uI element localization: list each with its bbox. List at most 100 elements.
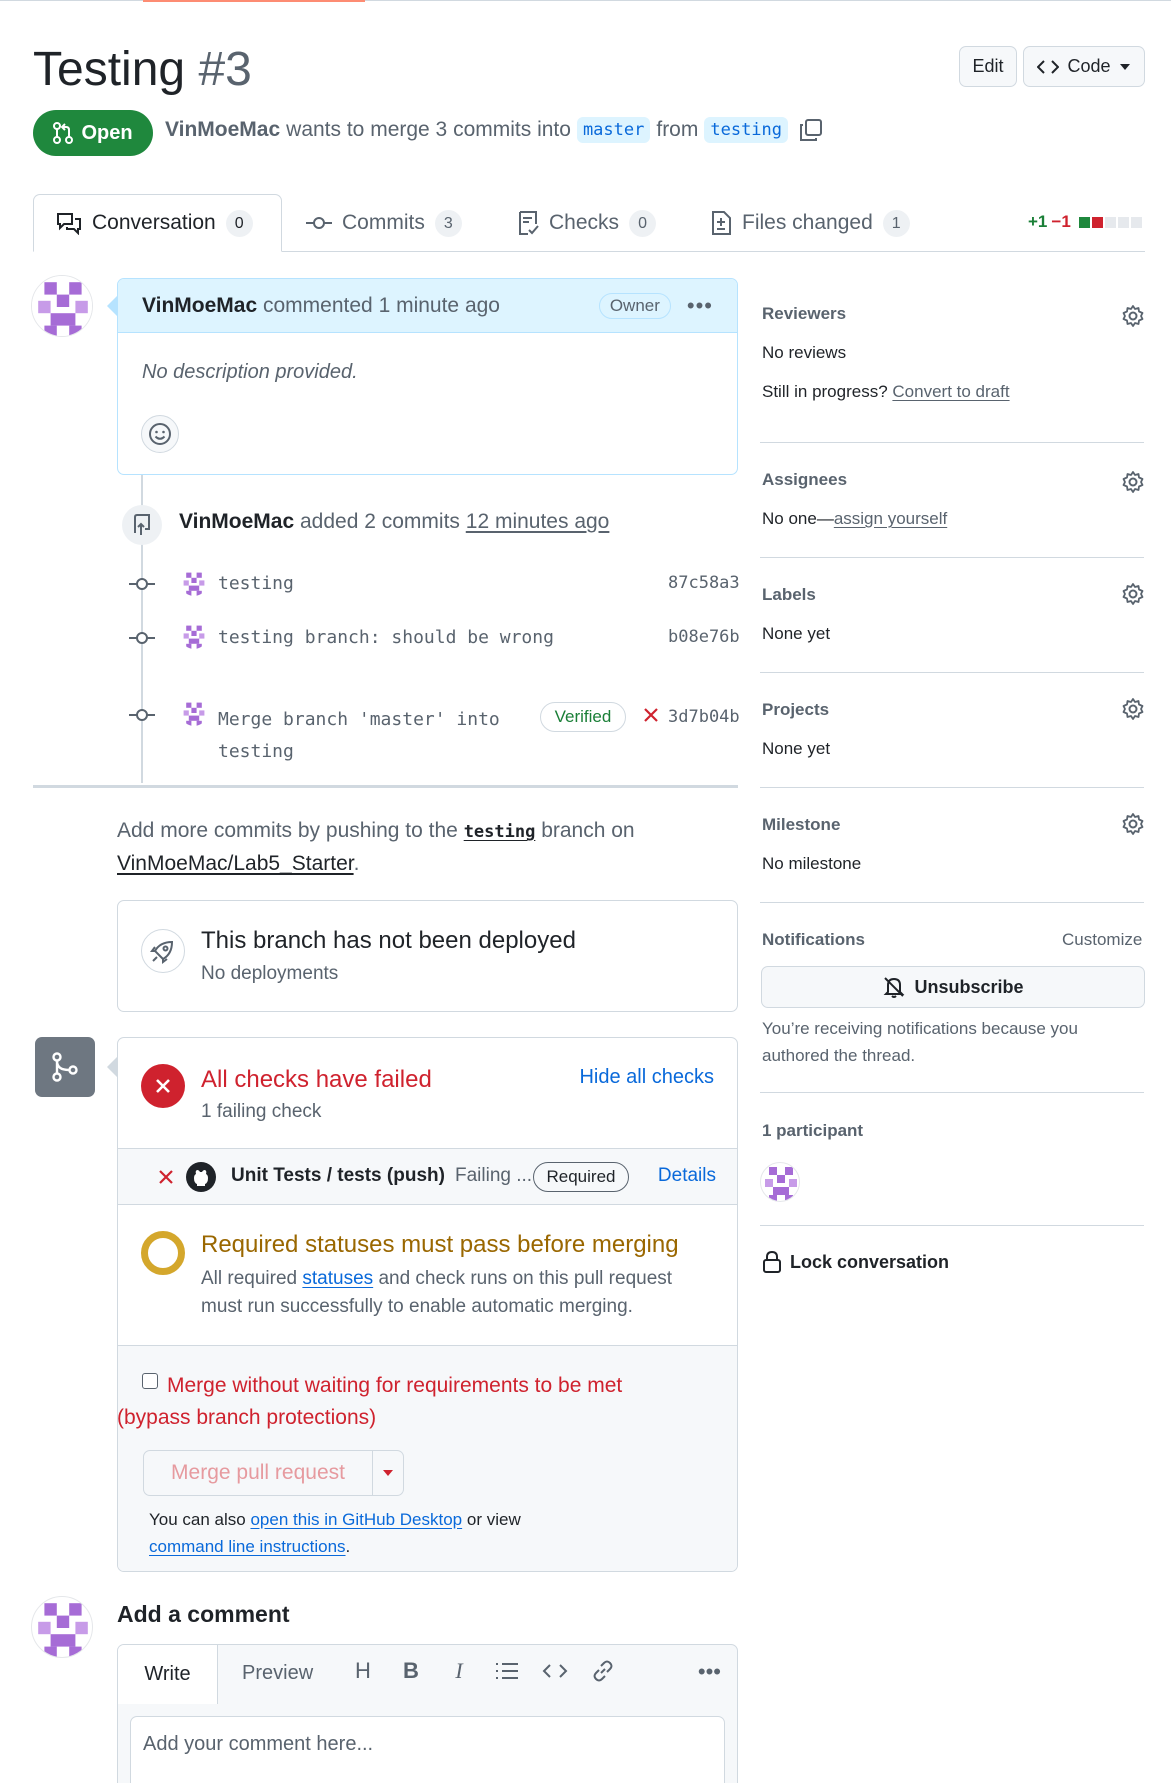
reaction-button[interactable] — [141, 415, 179, 453]
merge-button-group: Merge pull request — [143, 1450, 404, 1496]
comment-textarea[interactable]: Add your comment here... — [130, 1716, 725, 1783]
italic-icon[interactable]: I — [446, 1658, 472, 1684]
commit-sha[interactable]: b08e76b — [668, 627, 740, 647]
triangle-down-icon — [383, 1470, 393, 1476]
commit-sha[interactable]: 3d7b04b — [668, 707, 740, 727]
comment-time[interactable]: 1 minute ago — [379, 294, 500, 318]
sidebar-reviewers-title[interactable]: Reviewers — [762, 304, 846, 324]
verified-badge[interactable]: Verified — [540, 702, 626, 732]
customize-link[interactable]: Customize — [1062, 930, 1142, 950]
diffstat-bar — [1078, 216, 1142, 228]
reviewers-value: No reviews — [762, 343, 847, 362]
sidebar-assignees-title[interactable]: Assignees — [762, 470, 847, 490]
merge-pull-request-button[interactable]: Merge pull request — [144, 1451, 373, 1495]
merge-icon-badge — [35, 1037, 95, 1097]
deploy-title: This branch has not been deployed — [201, 927, 576, 954]
bypass-label[interactable]: Merge without waiting for requirements t… — [118, 1370, 722, 1434]
kebab-icon[interactable]: ••• — [687, 293, 713, 319]
tab-preview[interactable]: Preview — [242, 1662, 313, 1685]
github-desktop-link[interactable]: open this in GitHub Desktop — [250, 1510, 462, 1529]
comment-body: No description provided. — [142, 361, 358, 383]
x-icon[interactable] — [643, 707, 659, 723]
checks-title: All checks have failed — [201, 1066, 432, 1093]
sidebar-labels-title[interactable]: Labels — [762, 585, 816, 605]
commit-sha[interactable]: 87c58a3 — [668, 573, 740, 593]
tab-write[interactable]: Write — [118, 1645, 218, 1704]
push-hint: Add more commits by pushing to the testi… — [117, 819, 635, 875]
code-icon — [1037, 59, 1060, 74]
required-title: Required statuses must pass before mergi… — [201, 1231, 679, 1258]
gear-icon[interactable] — [1121, 812, 1145, 836]
branch-name[interactable]: testing — [464, 822, 536, 842]
gear-icon[interactable] — [1121, 304, 1145, 328]
code-icon[interactable] — [542, 1661, 568, 1681]
push-time[interactable]: 12 minutes ago — [466, 510, 610, 533]
milestone-value: No milestone — [762, 854, 862, 873]
avatar[interactable] — [31, 275, 93, 337]
projects-value: None yet — [762, 739, 831, 758]
statuses-link[interactable]: statuses — [302, 1268, 373, 1289]
list-icon[interactable] — [494, 1660, 520, 1682]
check-status: Failing ... — [455, 1165, 533, 1186]
timeline-end-divider — [33, 785, 738, 788]
git-commit-icon — [129, 578, 155, 590]
divider — [760, 1092, 1144, 1093]
commit-message[interactable]: testing — [218, 573, 294, 594]
push-author[interactable]: VinMoeMac — [179, 510, 294, 533]
tab-conversation[interactable]: Conversation 0 — [33, 194, 282, 252]
divider — [760, 902, 1144, 903]
git-commit-icon — [129, 632, 155, 644]
lock-conversation-button[interactable]: Lock conversation — [762, 1250, 949, 1274]
avatar[interactable] — [31, 1596, 93, 1658]
assign-yourself-link[interactable]: assign yourself — [834, 509, 947, 528]
heading-icon[interactable]: H — [350, 1658, 376, 1684]
commit-message[interactable]: Merge branch 'master' into testing — [218, 704, 500, 768]
pr-title: Testing — [33, 43, 186, 96]
convert-to-draft-link[interactable]: Convert to draft — [892, 382, 1009, 401]
pull-request-icon — [53, 122, 74, 144]
github-logo-icon — [186, 1162, 216, 1192]
more-options-icon[interactable]: ••• — [698, 1659, 721, 1685]
tab-checks[interactable]: Checks 0 — [517, 194, 657, 252]
sidebar-milestone-title[interactable]: Milestone — [762, 815, 840, 835]
gear-icon[interactable] — [1121, 470, 1145, 494]
gear-icon[interactable] — [1121, 582, 1145, 606]
repo-link[interactable]: VinMoeMac/Lab5_Starter — [117, 852, 354, 875]
cli-instructions-link[interactable]: command line instructions — [149, 1537, 346, 1556]
state-badge: Open — [33, 110, 153, 156]
participant-avatar[interactable] — [760, 1162, 800, 1202]
comment-author[interactable]: VinMoeMac — [142, 294, 257, 318]
divider — [760, 672, 1144, 673]
notifications-reason: You’re receiving notifications because y… — [762, 1019, 1078, 1065]
comment-header: VinMoeMac commented 1 minute ago Owner •… — [118, 279, 737, 333]
deploy-subtitle: No deployments — [201, 963, 339, 984]
base-branch[interactable]: master — [576, 117, 651, 143]
bold-icon[interactable]: B — [398, 1658, 424, 1684]
checklist-icon — [519, 211, 539, 235]
head-branch[interactable]: testing — [704, 117, 789, 143]
add-comment-title: Add a comment — [117, 1601, 290, 1627]
editor-toolbar: H B I — [350, 1658, 616, 1684]
avatar[interactable] — [181, 700, 207, 726]
comment-box: VinMoeMac commented 1 minute ago Owner •… — [117, 278, 738, 475]
commit-message[interactable]: testing branch: should be wrong — [218, 627, 554, 648]
gear-icon[interactable] — [1121, 697, 1145, 721]
details-link[interactable]: Details — [658, 1165, 716, 1187]
avatar[interactable] — [181, 570, 207, 596]
edit-button[interactable]: Edit — [959, 46, 1017, 87]
author-link[interactable]: VinMoeMac — [165, 118, 280, 142]
hide-checks-link[interactable]: Hide all checks — [579, 1066, 714, 1089]
lock-icon — [763, 1250, 781, 1273]
unsubscribe-button[interactable]: Unsubscribe — [761, 966, 1145, 1008]
repo-push-icon — [122, 505, 162, 545]
link-icon[interactable] — [590, 1659, 616, 1683]
avatar[interactable] — [181, 623, 207, 649]
merge-options-button[interactable] — [373, 1451, 403, 1495]
tab-commits[interactable]: Commits 3 — [306, 194, 462, 252]
code-button[interactable]: Code — [1023, 46, 1145, 87]
sidebar-projects-title[interactable]: Projects — [762, 700, 829, 720]
tab-files-changed[interactable]: Files changed 1 — [710, 194, 910, 252]
check-name: Unit Tests / tests (push) — [231, 1165, 445, 1186]
copy-icon[interactable] — [798, 117, 824, 143]
merge-help: You can also open this in GitHub Desktop… — [149, 1510, 521, 1556]
